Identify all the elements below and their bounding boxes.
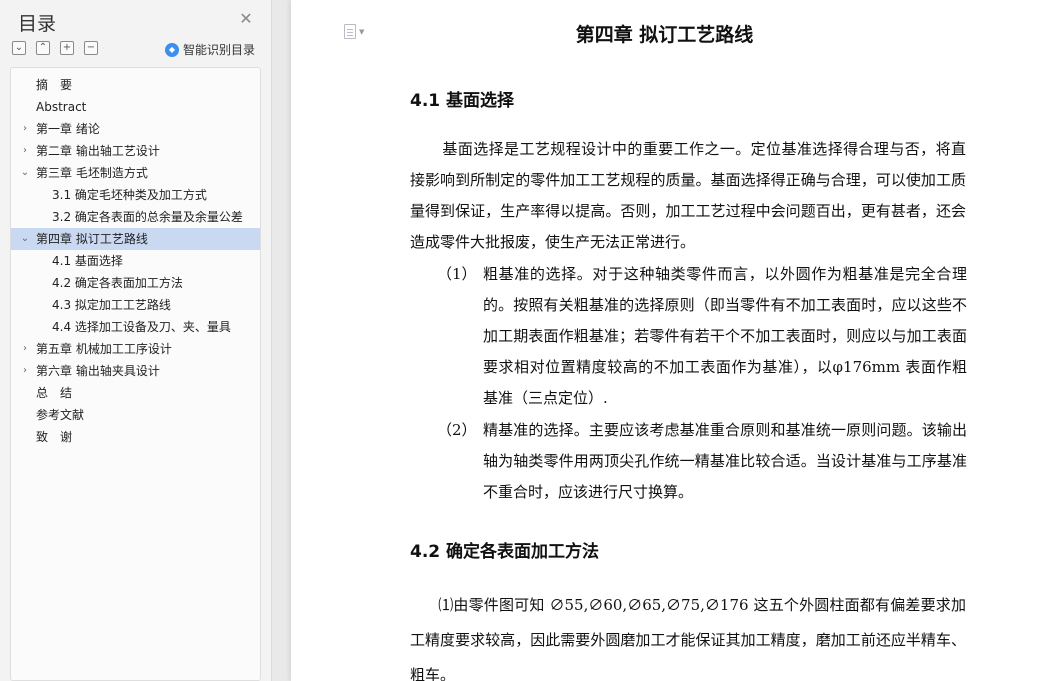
toc-item[interactable]: 3.1 确定毛坯种类及加工方式 xyxy=(11,184,260,206)
chevron-down-icon[interactable]: ⌄ xyxy=(19,162,31,184)
chevron-right-icon[interactable]: › xyxy=(19,338,31,360)
toc-sidebar: 目录 ✕ ⌄ ⌃ + − ◆ 智能识别目录 摘 要 Abstract › 第一章 绪论… xyxy=(0,0,272,681)
document-area: ▼ 第四章 拟订工艺路线 4.1 基面选择 基面选择是工艺规程设计中的重要工作之… xyxy=(273,0,1038,681)
chevron-right-icon[interactable]: › xyxy=(19,118,31,140)
toc-item[interactable]: 4.2 确定各表面加工方法 xyxy=(11,272,260,294)
toc-item[interactable]: ⌄ 第四章 拟订工艺路线 xyxy=(11,228,260,250)
toc-item[interactable]: › 第五章 机械加工工序设计 xyxy=(11,338,260,360)
section-heading-4-2: 4.2 确定各表面加工方法 xyxy=(410,542,600,562)
toc-item-label: 第二章 输出轴工艺设计 xyxy=(36,144,160,158)
close-icon[interactable]: ✕ xyxy=(238,11,254,27)
toc-item[interactable]: › 第二章 输出轴工艺设计 xyxy=(11,140,260,162)
chevron-down-icon[interactable]: ⌄ xyxy=(19,228,31,250)
toc-item[interactable]: Abstract xyxy=(11,96,260,118)
toc-item-label: 第四章 拟订工艺路线 xyxy=(36,232,148,246)
toc-item-label: Abstract xyxy=(36,100,87,114)
toc-toolbar: ⌄ ⌃ + − xyxy=(12,41,98,55)
toc-item-label: 参考文献 xyxy=(36,408,85,422)
toc-item-label: 第五章 机械加工工序设计 xyxy=(36,342,172,356)
toc-item[interactable]: 4.3 拟定加工工艺路线 xyxy=(11,294,260,316)
list-number: （2） xyxy=(437,421,477,439)
expand-all-icon[interactable]: ⌃ xyxy=(36,41,50,55)
toc-item-label: 第一章 绪论 xyxy=(36,122,100,136)
toc-item-label: 4.4 选择加工设备及刀、夹、量具 xyxy=(52,320,231,334)
smart-recognize-icon: ◆ xyxy=(165,42,179,57)
toc-item[interactable]: 总 结 xyxy=(11,382,260,404)
add-heading-icon[interactable]: + xyxy=(60,41,74,55)
collapse-all-icon[interactable]: ⌄ xyxy=(12,41,26,55)
list-number: （1） xyxy=(437,265,477,283)
toc-item-label: 4.1 基面选择 xyxy=(52,254,123,268)
toc-item[interactable]: 4.4 选择加工设备及刀、夹、量具 xyxy=(11,316,260,338)
chapter-title: 第四章 拟订工艺路线 xyxy=(575,24,754,46)
toc-item-label: 4.2 确定各表面加工方法 xyxy=(52,276,183,290)
toc-item-label: 3.1 确定毛坯种类及加工方式 xyxy=(52,188,207,202)
toc-item[interactable]: › 第一章 绪论 xyxy=(11,118,260,140)
chevron-right-icon[interactable]: › xyxy=(19,140,31,162)
toc-item[interactable]: 4.1 基面选择 xyxy=(11,250,260,272)
toc-list: 摘 要 Abstract › 第一章 绪论 › 第二章 输出轴工艺设计 ⌄ 第三章 毛坯制造方… xyxy=(10,67,261,681)
toc-item-label: 3.2 确定各表面的总余量及余量公差 xyxy=(52,210,243,224)
document-page: ▼ 第四章 拟订工艺路线 4.1 基面选择 基面选择是工艺规程设计中的重要工作之… xyxy=(291,0,1038,681)
sidebar-title: 目录 xyxy=(18,13,57,35)
toc-item[interactable]: › 第六章 输出轴夹具设计 xyxy=(11,360,260,382)
toc-item-label: 致 谢 xyxy=(36,430,73,444)
section-heading-4-1: 4.1 基面选择 xyxy=(410,91,515,111)
toc-item-label: 第三章 毛坯制造方式 xyxy=(36,166,148,180)
toc-item-label: 总 结 xyxy=(36,386,73,400)
toc-item[interactable]: 致 谢 xyxy=(11,426,260,448)
smart-toc-button[interactable]: ◆ 智能识别目录 xyxy=(165,41,255,58)
list-text: 粗基准的选择。对于这种轴类零件而言，以外圆作为粗基准是完全合理的。按照有关粗基准… xyxy=(483,265,967,407)
toc-item[interactable]: ⌄ 第三章 毛坯制造方式 xyxy=(11,162,260,184)
toc-item[interactable]: 参考文献 xyxy=(11,404,260,426)
chevron-right-icon[interactable]: › xyxy=(19,360,31,382)
remove-heading-icon[interactable]: − xyxy=(84,41,98,55)
toc-item[interactable]: 摘 要 xyxy=(11,74,260,96)
section-4-1-paragraph: 基面选择是工艺规程设计中的重要工作之一。定位基准选择得合理与否，将直接影响到所制… xyxy=(410,134,966,258)
toc-item-label: 4.3 拟定加工工艺路线 xyxy=(52,298,171,312)
smart-toc-label: 智能识别目录 xyxy=(183,43,256,57)
section-4-2-paragraph: ⑴由零件图可知 ∅55,∅60,∅65,∅75,∅176 这五个外圆柱面都有偏差… xyxy=(410,588,966,681)
toc-item-label: 第六章 输出轴夹具设计 xyxy=(36,364,160,378)
toc-item-label: 摘 要 xyxy=(36,78,73,92)
section-4-2-text: ⑴由零件图可知 ∅55,∅60,∅65,∅75,∅176 这五个外圆柱面都有偏差… xyxy=(410,596,966,681)
list-text: 精基准的选择。主要应该考虑基准重合原则和基准统一原则问题。该输出轴为轴类零件用两… xyxy=(483,421,967,501)
toc-item[interactable]: 3.2 确定各表面的总余量及余量公差 xyxy=(11,206,260,228)
section-4-1-text: 基面选择是工艺规程设计中的重要工作之一。定位基准选择得合理与否，将直接影响到所制… xyxy=(410,140,966,251)
